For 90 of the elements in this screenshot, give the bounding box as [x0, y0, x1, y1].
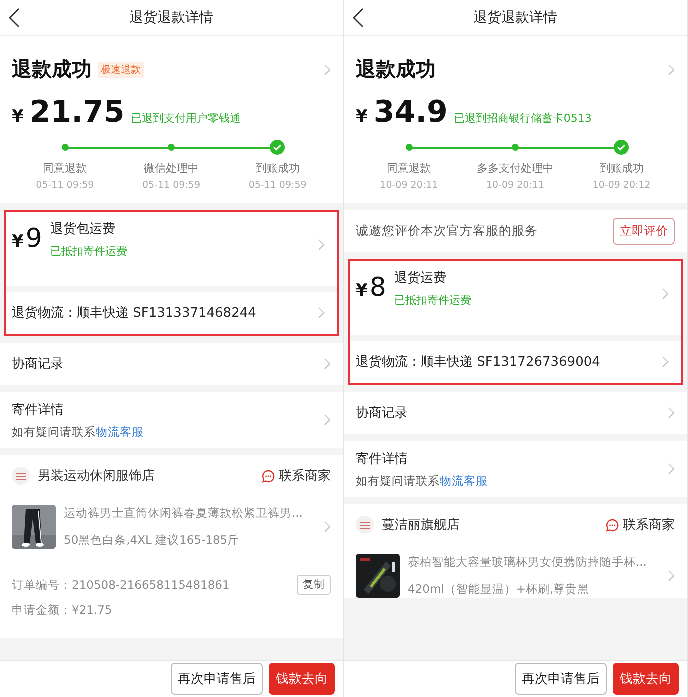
- chevron-icon: [318, 307, 325, 319]
- money-trace-button[interactable]: 钱款去向: [613, 663, 679, 695]
- chevron-icon: [324, 64, 331, 76]
- logistics-info: 退货物流：顺丰快递 SF1313371468244: [12, 305, 256, 322]
- chevron-icon: [662, 288, 669, 300]
- fee-label: 退货包运费: [50, 221, 116, 238]
- chevron-icon: [668, 64, 675, 76]
- step-time: 05-11 09:59: [36, 180, 94, 191]
- money-trace-button[interactable]: 钱款去向: [269, 663, 335, 695]
- chevron-icon: [662, 356, 669, 368]
- step-time: 10-09 20:12: [592, 180, 651, 191]
- chevron-icon: [324, 521, 331, 533]
- shipping-row[interactable]: 寄件详情 如有疑问请联系物流客服: [344, 441, 687, 497]
- product-title: 赛柏智能大容量玻璃杯男女便携防摔随手杯...: [408, 555, 648, 570]
- check-icon: [270, 140, 286, 155]
- currency-symbol: ¥: [356, 281, 368, 301]
- rating-prompt: 诚邀您评价本次官方客服的服务: [356, 222, 538, 240]
- negotiation-label: 协商记录: [356, 405, 408, 422]
- page-title: 退货退款详情: [130, 8, 214, 26]
- refund-amount: 21.75: [30, 95, 125, 130]
- step-label: 多多支付处理中: [476, 161, 554, 176]
- product-spec: 50黑色白条,4XL 建议165-185斤: [64, 533, 241, 548]
- order-info: 申请金额：¥21.75: [12, 603, 112, 618]
- shipping-hint: 如有疑问请联系物流客服: [356, 474, 488, 488]
- chevron-icon: [668, 570, 675, 582]
- step-label: 同意退款: [43, 161, 88, 176]
- contact-seller-button[interactable]: 联系商家: [262, 467, 331, 485]
- step-time: 05-11 09:59: [248, 180, 307, 191]
- logistics-service-link[interactable]: 物流客服: [96, 424, 144, 438]
- step-dot: [168, 144, 175, 151]
- shipping-hint: 如有疑问请联系物流客服: [12, 424, 144, 440]
- store-name: 男装运动休闲服饰店: [38, 468, 155, 485]
- order-info: 订单编号：210508-216658115481861: [12, 578, 230, 592]
- chat-icon: [262, 470, 275, 482]
- chevron-icon: [324, 358, 331, 370]
- fee-label: 退货运费: [394, 270, 448, 287]
- shipping-row[interactable]: 寄件详情 如有疑问请联系物流客服: [0, 392, 343, 448]
- step-time: 10-09 20:11: [380, 180, 438, 191]
- step-dot: [512, 144, 519, 151]
- fee-note: 已抵扣寄件运费: [394, 293, 472, 308]
- copy-button[interactable]: 复制: [297, 575, 331, 595]
- chevron-icon: [668, 463, 675, 475]
- store-logo-icon: [356, 516, 374, 534]
- step-label: 到账成功: [600, 161, 644, 176]
- step-label: 同意退款: [387, 161, 432, 176]
- currency-symbol: ¥: [356, 107, 368, 127]
- store-logo-icon: [12, 467, 30, 485]
- product-row[interactable]: 赛柏智能大容量玻璃杯男女便携防摔随手杯... 420ml（智能显温）+杯刷,尊贵黑: [356, 554, 675, 598]
- step-time: 10-09 20:11: [486, 180, 544, 191]
- fee-amount: 9: [26, 224, 42, 254]
- currency-symbol: ¥: [12, 107, 24, 127]
- reapply-button[interactable]: 再次申请售后: [515, 663, 607, 695]
- rate-button[interactable]: 立即评价: [613, 218, 675, 244]
- status-title: 退款成功: [356, 56, 436, 83]
- product-row[interactable]: 运动裤男士直筒休闲裤春夏薄款松紧卫裤男... 50黑色白条,4XL 建议165-185斤: [12, 505, 331, 549]
- step-time: 05-11 09:59: [142, 180, 200, 191]
- product-spec: 420ml（智能显温）+杯刷,尊贵黑: [408, 582, 591, 597]
- back-icon[interactable]: [8, 8, 20, 28]
- negotiation-row[interactable]: 协商记录: [344, 392, 687, 434]
- check-icon: [614, 140, 630, 155]
- refund-destination: 已退到支付用户零钱通: [130, 111, 241, 126]
- negotiation-row[interactable]: 协商记录: [0, 343, 343, 385]
- step-dot: [406, 144, 413, 151]
- status-title: 退款成功: [12, 56, 92, 83]
- negotiation-label: 协商记录: [12, 356, 64, 373]
- back-icon[interactable]: [352, 8, 364, 28]
- logistics-row[interactable]: 退货物流：顺丰快递 SF1313371468244: [6, 292, 337, 334]
- chevron-icon: [668, 407, 675, 419]
- chevron-icon: [324, 414, 331, 426]
- shipping-title: 寄件详情: [356, 450, 409, 468]
- step-label: 到账成功: [256, 161, 300, 176]
- store-name: 蔓洁丽旗舰店: [382, 517, 460, 534]
- refund-destination: 已退到招商银行储蓄卡0513: [454, 111, 592, 126]
- page-title: 退货退款详情: [474, 8, 558, 26]
- shipping-title: 寄件详情: [12, 402, 65, 418]
- logistics-info: 退货物流：顺丰快递 SF1317267369004: [356, 354, 600, 371]
- currency-symbol: ¥: [12, 232, 24, 252]
- refund-amount: 34.9: [374, 95, 448, 130]
- logistics-row[interactable]: 退货物流：顺丰快递 SF1317267369004: [350, 341, 681, 383]
- chat-icon: [606, 518, 619, 532]
- fee-amount: 8: [370, 273, 386, 303]
- product-title: 运动裤男士直筒休闲裤春夏薄款松紧卫裤男...: [64, 506, 304, 521]
- step-label: 微信处理中: [144, 161, 199, 176]
- fee-note: 已抵扣寄件运费: [50, 244, 128, 259]
- speed-tag: 极速退款: [98, 62, 144, 78]
- step-dot: [62, 144, 69, 151]
- chevron-icon: [318, 239, 325, 251]
- reapply-button[interactable]: 再次申请售后: [171, 663, 263, 695]
- logistics-service-link[interactable]: 物流客服: [440, 474, 488, 488]
- contact-seller-button[interactable]: 联系商家: [606, 516, 675, 534]
